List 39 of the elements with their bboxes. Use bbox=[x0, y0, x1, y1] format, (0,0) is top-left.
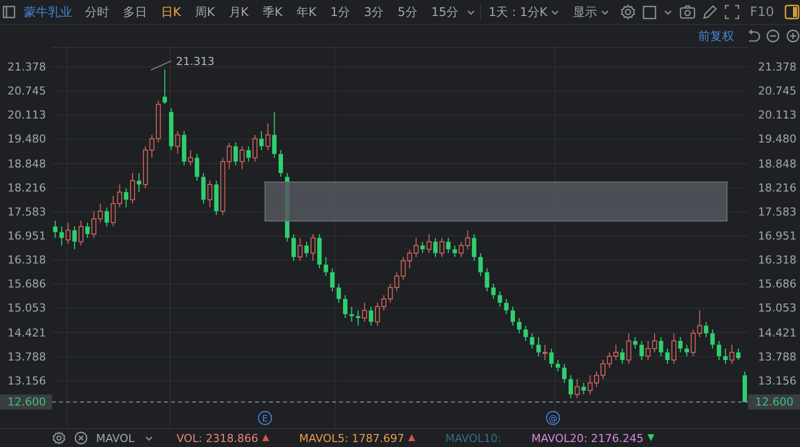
price-tick-label: 20.113 bbox=[758, 108, 796, 122]
price-tick-label: 17.583 bbox=[8, 205, 46, 218]
price-tick-label: 19.480 bbox=[758, 132, 796, 146]
stock-name: 蒙牛乳业 bbox=[23, 4, 73, 20]
peak-price-label: 21.313 bbox=[176, 55, 214, 68]
price-tick-label: 13.788 bbox=[758, 350, 796, 364]
indicator-value: MAVOL5: 1787.697 bbox=[299, 432, 404, 444]
indicator-value: MAVOL20: 2176.245 bbox=[531, 432, 644, 444]
price-tick-label: 15.686 bbox=[8, 278, 46, 291]
up-arrow-icon: ▲ bbox=[262, 433, 270, 443]
price-tick-label: 16.318 bbox=[758, 254, 796, 267]
price-tick-label: 17.583 bbox=[758, 205, 796, 218]
price-tick-label: 18.848 bbox=[8, 157, 46, 170]
current-price-label: 12.600 bbox=[748, 394, 800, 410]
price-tick-label: 15.053 bbox=[758, 302, 796, 315]
price-tick-label: 16.318 bbox=[8, 254, 46, 267]
indicator-value: VOL: 2318.866 bbox=[176, 432, 258, 444]
price-tick-label: 13.788 bbox=[8, 350, 46, 364]
price-tick-label: 14.421 bbox=[758, 326, 796, 339]
price-tick-label: 21.378 bbox=[8, 60, 46, 74]
price-tick-label: 18.216 bbox=[8, 181, 46, 194]
price-tick-label: 20.745 bbox=[758, 84, 796, 98]
price-tick-label: 18.848 bbox=[758, 157, 796, 170]
price-tick-label: 13.156 bbox=[758, 374, 796, 388]
price-tick-label: 14.421 bbox=[8, 326, 46, 339]
price-tick-label: 13.156 bbox=[8, 374, 46, 388]
price-tick-label: 20.113 bbox=[8, 108, 46, 122]
price-tick-label: 20.745 bbox=[8, 84, 46, 98]
up-arrow-icon: ▲ bbox=[408, 433, 416, 443]
price-tick-label: 15.053 bbox=[8, 302, 46, 315]
price-tick-label: 21.378 bbox=[758, 60, 796, 74]
current-price-label: 12.600 bbox=[0, 394, 52, 410]
indicator-value: MAVOL10: bbox=[445, 432, 502, 444]
down-arrow-icon: ▼ bbox=[647, 433, 654, 443]
price-tick-label: 15.686 bbox=[758, 278, 796, 291]
price-tick-label: 18.216 bbox=[758, 181, 796, 194]
price-tick-label: 16.951 bbox=[8, 229, 46, 242]
price-tick-label: 19.480 bbox=[8, 132, 46, 146]
price-tick-label: 16.951 bbox=[758, 229, 796, 242]
